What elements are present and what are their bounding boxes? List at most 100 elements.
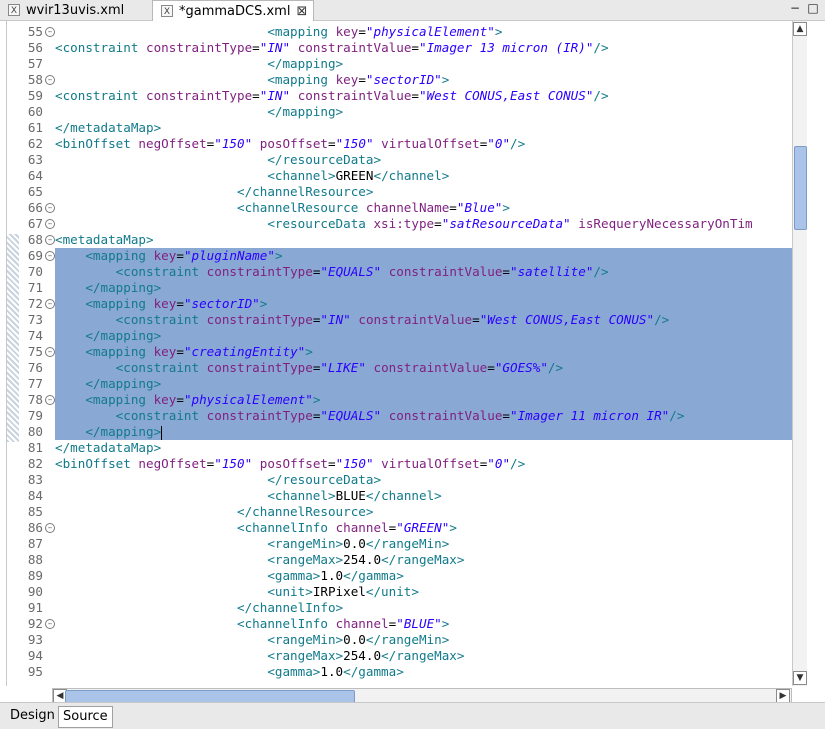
code-text: </metadataMap> [55,440,162,455]
line-number: 60 [27,104,43,119]
line-number: 64 [27,168,43,183]
source-editor[interactable]: 55− <mapping key="physicalElement"> 56 <co… [6,21,793,686]
maximize-icon[interactable]: □ [806,1,820,15]
line-number: 65 [27,184,43,199]
code-line[interactable]: 63 </resourceData> [7,152,793,168]
code-line[interactable]: 57 </mapping> [7,56,793,72]
line-number: 55 [27,24,43,39]
fold-toggle-icon[interactable]: − [45,203,55,213]
line-number: 76 [27,360,43,375]
fold-toggle-icon[interactable]: − [45,619,55,629]
code-text: <channel>BLUE</channel> [267,488,442,503]
line-number: 81 [27,440,43,455]
code-line[interactable]: 70 <constraint constraintType="EQUALS" c… [7,264,793,280]
code-line[interactable]: 82 <binOffset negOffset="150" posOffset="… [7,456,793,472]
code-line[interactable]: 77 </mapping> [7,376,793,392]
code-text: <binOffset negOffset="150" posOffset="15… [55,456,526,471]
code-line[interactable]: 76 <constraint constraintType="LIKE" con… [7,360,793,376]
code-line[interactable]: 58− <mapping key="sectorID"> [7,72,793,88]
line-number: 91 [27,600,43,615]
code-line[interactable]: 94 <rangeMax>254.0</rangeMax> [7,648,793,664]
fold-toggle-icon[interactable]: − [45,251,55,261]
scroll-down-icon[interactable]: ▼ [793,671,807,685]
code-line[interactable]: 66− <channelResource channelName="Blue"> [7,200,793,216]
line-number: 84 [27,488,43,503]
fold-toggle-icon[interactable]: − [45,27,55,37]
fold-toggle-icon[interactable]: − [45,235,55,245]
code-line[interactable]: 67− <resourceData xsi:type="satResourceD… [7,216,793,232]
scroll-up-icon[interactable]: ▲ [793,22,807,36]
line-number: 68 [27,232,43,247]
fold-toggle-icon[interactable]: − [45,299,55,309]
line-number: 59 [27,88,43,103]
tab-gammadcs[interactable]: X *gammaDCS.xml ⊠ [152,0,314,21]
code-line[interactable]: 81 </metadataMap> [7,440,793,456]
code-line[interactable]: 73 <constraint constraintType="IN" const… [7,312,793,328]
code-line[interactable]: 89 <gamma>1.0</gamma> [7,568,793,584]
code-line[interactable]: 95 <gamma>1.0</gamma> [7,664,793,680]
editor-mode-tabs: Design Source [0,702,825,729]
code-line[interactable]: 69− <mapping key="pluginName"> [7,248,793,264]
line-number: 57 [27,56,43,71]
line-number: 71 [27,280,43,295]
close-tab-icon[interactable]: ⊠ [296,4,307,19]
code-line[interactable]: 78− <mapping key="physicalElement"> [7,392,793,408]
fold-toggle-icon[interactable]: − [45,395,55,405]
code-text: <gamma>1.0</gamma> [267,568,404,583]
line-number: 92 [27,616,43,631]
code-line[interactable]: 71 </mapping> [7,280,793,296]
fold-toggle-icon[interactable]: − [45,219,55,229]
fold-toggle-icon[interactable]: − [45,75,55,85]
code-line[interactable]: 60 </mapping> [7,104,793,120]
tab-source[interactable]: Source [58,706,113,728]
line-number: 69 [27,248,43,263]
line-number: 61 [27,120,43,135]
code-line[interactable]: 92− <channelInfo channel="BLUE"> [7,616,793,632]
code-line[interactable]: 87 <rangeMin>0.0</rangeMin> [7,536,793,552]
code-line[interactable]: 85 </channelResource> [7,504,793,520]
code-line[interactable]: 83 </resourceData> [7,472,793,488]
code-line[interactable]: 65 </channelResource> [7,184,793,200]
code-text: <rangeMin>0.0</rangeMin> [267,632,450,647]
minimize-icon[interactable]: − [788,1,802,15]
fold-toggle-icon[interactable]: − [45,347,55,357]
code-text: </mapping> [267,104,344,119]
code-text: </mapping> [55,376,793,392]
code-text: <mapping key="physicalElement"> [55,392,793,408]
code-line[interactable]: 62 <binOffset negOffset="150" posOffset="… [7,136,793,152]
line-number: 78 [27,392,43,407]
line-number: 75 [27,344,43,359]
code-line[interactable]: 91 </channelInfo> [7,600,793,616]
code-line[interactable]: 59 <constraint constraintType="IN" constr… [7,88,793,104]
code-text: </resourceData> [267,152,382,167]
scroll-right-icon[interactable]: ▶ [776,689,790,703]
code-line[interactable]: 72− <mapping key="sectorID"> [7,296,793,312]
code-text: <gamma>1.0</gamma> [267,664,404,679]
code-text: </mapping> [55,328,793,344]
fold-toggle-icon[interactable]: − [45,523,55,533]
code-line[interactable]: 55− <mapping key="physicalElement"> [7,24,793,40]
code-line[interactable]: 61 </metadataMap> [7,120,793,136]
tab-wvir13uvis[interactable]: X wvir13uvis.xml [0,0,150,20]
code-line[interactable]: 64 <channel>GREEN</channel> [7,168,793,184]
code-line[interactable]: 68− <metadataMap> [7,232,793,248]
tab-design[interactable]: Design [6,706,59,726]
code-line[interactable]: 86− <channelInfo channel="GREEN"> [7,520,793,536]
code-line[interactable]: 84 <channel>BLUE</channel> [7,488,793,504]
line-number: 95 [27,664,43,679]
code-line[interactable]: 90 <unit>IRPixel</unit> [7,584,793,600]
code-line[interactable]: 74 </mapping> [7,328,793,344]
tab-label: wvir13uvis.xml [26,2,125,18]
code-line[interactable]: 79 <constraint constraintType="EQUALS" c… [7,408,793,424]
line-number: 74 [27,328,43,343]
code-line[interactable]: 80 </mapping> [7,424,793,440]
code-line[interactable]: 75− <mapping key="creatingEntity"> [7,344,793,360]
code-text: <unit>IRPixel</unit> [267,584,419,599]
code-text: <constraint constraintType="IN" constrai… [55,312,793,328]
code-line[interactable]: 88 <rangeMax>254.0</rangeMax> [7,552,793,568]
code-line[interactable]: 56 <constraint constraintType="IN" constr… [7,40,793,56]
vertical-scrollbar[interactable]: ▲ ▼ [792,21,807,686]
code-text: </metadataMap> [55,120,162,135]
vertical-scroll-thumb[interactable] [794,146,807,230]
code-line[interactable]: 93 <rangeMin>0.0</rangeMin> [7,632,793,648]
